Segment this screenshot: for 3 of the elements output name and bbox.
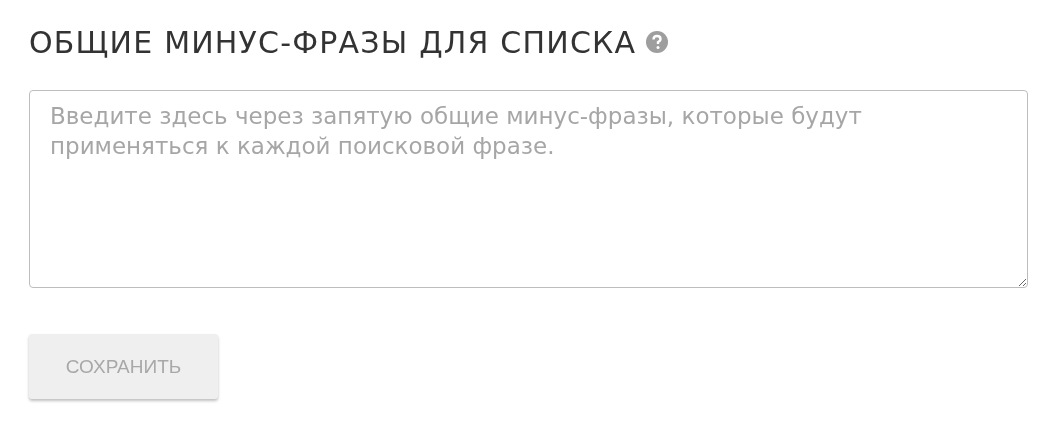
minus-phrases-field[interactable]: Введите здесь через запятую общие минус-фразы, которые будут применяться к каждой поисковой фразе. — [29, 90, 1028, 288]
help-icon[interactable] — [646, 31, 669, 53]
section-title: ОБЩИЕ МИНУС-ФРАЗЫ ДЛЯ СПИСКА — [29, 24, 637, 60]
